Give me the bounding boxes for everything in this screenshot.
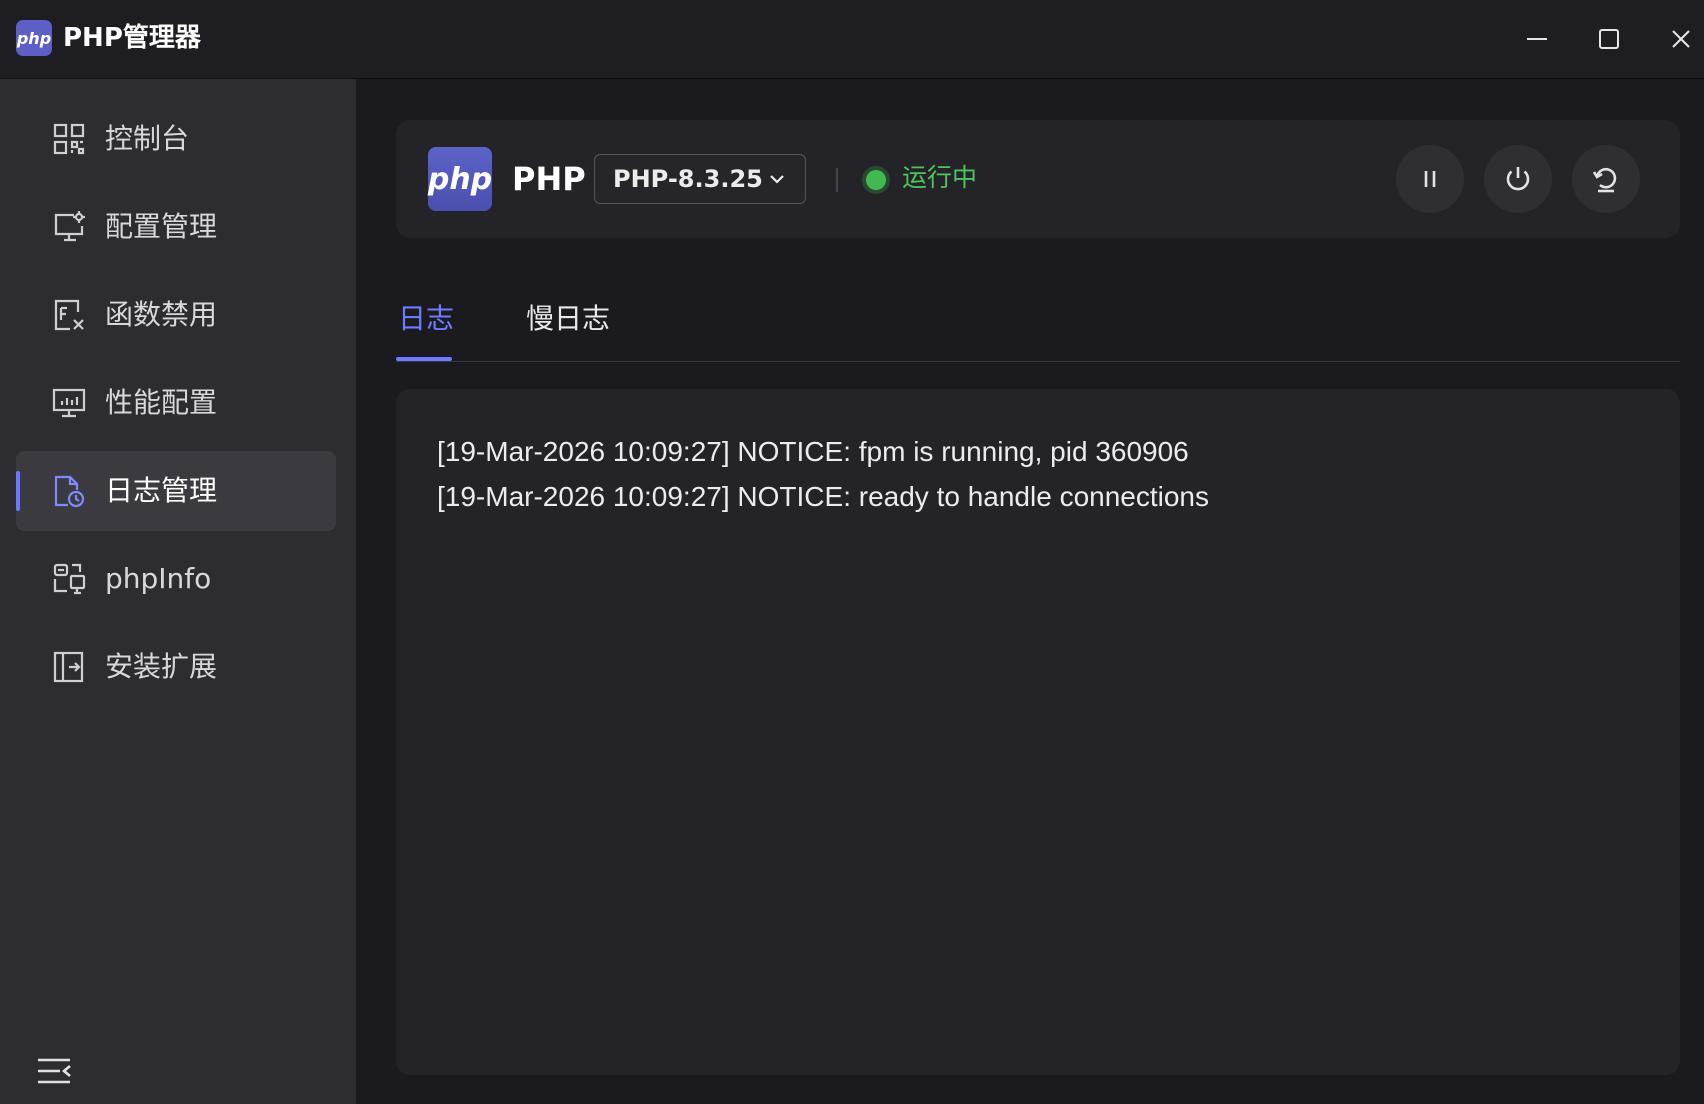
title-bar: php PHP管理器 [0, 0, 1704, 79]
divider [836, 168, 838, 192]
main-content: php PHP PHP-8.3.25 运行中 日志 慢日志 [19-Mar-20… [356, 79, 1704, 1104]
app-logo: php [16, 20, 52, 56]
tabs-divider [396, 361, 1680, 362]
sidebar-item-label: 安装扩展 [105, 650, 218, 683]
minimize-button[interactable] [1512, 14, 1562, 64]
sidebar-item-label: phpInfo [105, 562, 212, 595]
tab-slow-log[interactable]: 慢日志 [526, 299, 610, 339]
dashboard-grid-icon [51, 121, 87, 157]
pause-icon [1424, 171, 1436, 187]
log-file-icon [51, 473, 87, 509]
power-icon [1506, 167, 1530, 191]
sidebar-item-label: 性能配置 [105, 386, 218, 419]
close-icon [1672, 30, 1690, 48]
tab-log[interactable]: 日志 [398, 299, 454, 339]
maximize-icon [1599, 29, 1619, 49]
minimize-icon [1527, 38, 1547, 40]
sidebar-item-label: 控制台 [105, 122, 190, 155]
version-select[interactable]: PHP-8.3.25 [594, 154, 806, 204]
service-name: PHP [512, 160, 586, 198]
sidebar: 控制台 配置管理 函数禁用 性能配置 日志管理 phpInfo 安装扩展 [0, 79, 356, 1104]
sidebar-item-config[interactable]: 配置管理 [16, 187, 336, 267]
log-line: [19-Mar-2026 10:09:27] NOTICE: fpm is ru… [437, 436, 1189, 467]
log-line: [19-Mar-2026 10:09:27] NOTICE: ready to … [437, 481, 1209, 512]
status-text: 运行中 [902, 163, 978, 192]
sidebar-item-label: 配置管理 [105, 210, 218, 243]
app-title: PHP管理器 [63, 23, 201, 53]
sidebar-item-logs[interactable]: 日志管理 [16, 451, 336, 531]
log-panel[interactable]: [19-Mar-2026 10:09:27] NOTICE: fpm is ru… [396, 389, 1680, 1075]
pause-button[interactable] [1396, 145, 1464, 213]
power-button[interactable] [1484, 145, 1552, 213]
sidebar-item-label: 日志管理 [105, 474, 218, 507]
chevron-down-icon [770, 175, 784, 184]
status-indicator-dot [866, 170, 886, 190]
sidebar-item-install-extension[interactable]: 安装扩展 [16, 627, 336, 707]
menu-collapse-icon [38, 1058, 71, 1084]
function-disable-icon [51, 297, 87, 333]
performance-monitor-icon [51, 385, 87, 421]
restart-button[interactable] [1572, 145, 1640, 213]
php-service-card: php PHP PHP-8.3.25 运行中 [396, 120, 1680, 238]
sidebar-item-phpinfo[interactable]: phpInfo [16, 539, 336, 619]
close-button[interactable] [1656, 14, 1704, 64]
sidebar-item-label: 函数禁用 [105, 298, 218, 331]
sidebar-item-dashboard[interactable]: 控制台 [16, 99, 336, 179]
sidebar-collapse-button[interactable] [36, 1053, 72, 1089]
php-logo: php [428, 147, 492, 211]
maximize-button[interactable] [1584, 14, 1634, 64]
version-select-value: PHP-8.3.25 [613, 165, 763, 193]
install-extension-icon [51, 649, 87, 685]
phpinfo-icon [51, 561, 87, 597]
sidebar-item-performance[interactable]: 性能配置 [16, 363, 336, 443]
sidebar-item-disable-functions[interactable]: 函数禁用 [16, 275, 336, 355]
restart-icon [1592, 167, 1617, 193]
monitor-settings-icon [51, 209, 87, 245]
